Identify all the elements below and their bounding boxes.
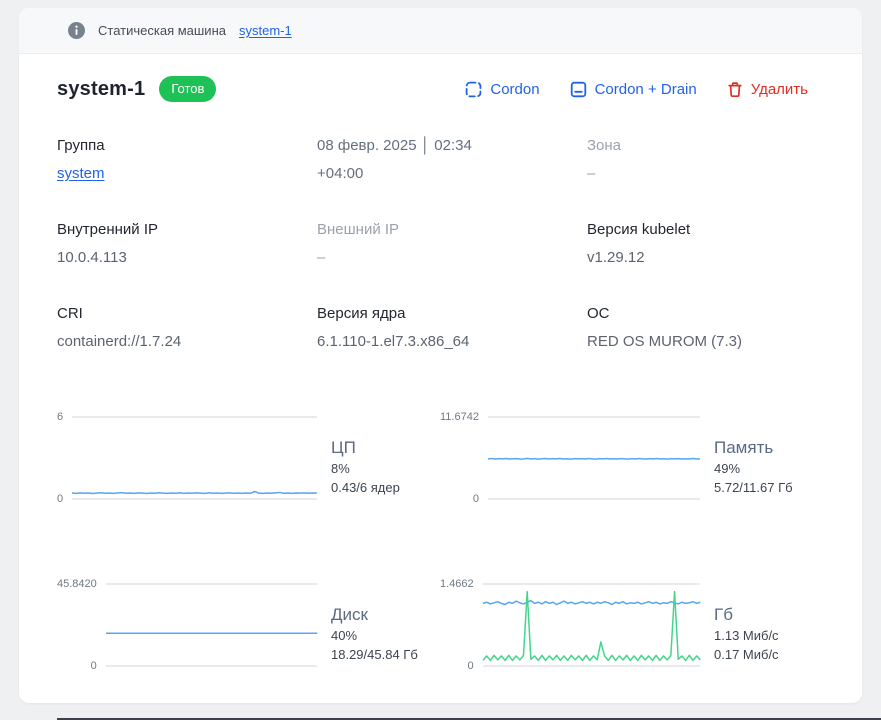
created-timezone: +04:00 xyxy=(317,160,587,188)
field-value: – xyxy=(587,160,842,188)
field-external-ip: Внешний IP – xyxy=(317,216,587,272)
chart-plot xyxy=(72,417,317,499)
top-info-bar: Статическая машина system-1 xyxy=(19,8,862,54)
cpu-chart: 6 0 ЦП 8% 0.43/6 ядер xyxy=(57,410,440,506)
field-value: 10.0.4.113 xyxy=(57,244,317,272)
field-label: Группа xyxy=(57,132,317,160)
field-kubelet-version: Версия kubelet v1.29.12 xyxy=(587,216,842,272)
field-kernel-version: Версия ядра 6.1.110-1.el7.3.x86_64 xyxy=(317,300,587,356)
chart-value-primary: 8% xyxy=(331,459,400,478)
chart-value-primary: 1.13 Миб/с xyxy=(714,626,779,645)
machine-name-link[interactable]: system-1 xyxy=(239,23,292,38)
header-row: system-1 Готов Cordon xyxy=(57,76,842,102)
cordon-label: Cordon xyxy=(490,81,539,98)
y-axis-min-label: 0 xyxy=(468,659,474,673)
field-created: 08 февр. 2025 │ 02:34 +04:00 xyxy=(317,132,587,188)
field-value: v1.29.12 xyxy=(587,244,842,272)
y-axis-max-label: 6 xyxy=(57,410,63,424)
field-group: Группа system xyxy=(57,132,317,188)
y-axis-max-label: 11.6742 xyxy=(440,410,479,424)
machine-type-text: Статическая машина xyxy=(98,23,226,38)
y-axis-min-label: 0 xyxy=(473,492,479,506)
field-label: Версия kubelet xyxy=(587,216,842,244)
group-link[interactable]: system xyxy=(57,165,105,182)
chart-plot xyxy=(483,584,700,666)
y-axis-max-label: 45.8420 xyxy=(57,577,97,591)
field-label: Внутренний IP xyxy=(57,216,317,244)
chart-title: Память xyxy=(714,437,793,459)
fields-grid: Группа system 08 февр. 2025 │ 02:34 +04:… xyxy=(57,132,842,356)
trash-icon xyxy=(727,81,743,98)
chart-value-secondary: 0.43/6 ядер xyxy=(331,478,400,497)
field-label: ОС xyxy=(587,300,842,328)
disk-chart: 45.8420 0 Диск 40% 18.29/45.84 Гб xyxy=(57,577,440,673)
field-internal-ip: Внутренний IP 10.0.4.113 xyxy=(57,216,317,272)
field-label: Зона xyxy=(587,132,842,160)
chart-title: Диск xyxy=(331,604,418,626)
y-axis-max-label: 1.4662 xyxy=(440,577,474,591)
status-badge: Готов xyxy=(159,76,216,102)
field-value: – xyxy=(317,244,587,272)
delete-button[interactable]: Удалить xyxy=(727,81,808,98)
cordon-drain-label: Cordon + Drain xyxy=(595,81,697,98)
cordon-drain-icon xyxy=(570,81,587,98)
field-cri: CRI containerd://1.7.24 xyxy=(57,300,317,356)
field-value: containerd://1.7.24 xyxy=(57,328,317,356)
chart-value-secondary: 5.72/11.67 Гб xyxy=(714,478,793,497)
chart-title: Гб xyxy=(714,604,779,626)
cordon-icon xyxy=(465,81,482,98)
field-os: ОС RED OS MUROM (7.3) xyxy=(587,300,842,356)
field-label: Внешний IP xyxy=(317,216,587,244)
created-date: 08 февр. 2025 │ 02:34 xyxy=(317,132,587,160)
metrics-charts-grid: 6 0 ЦП 8% 0.43/6 ядер 11. xyxy=(57,410,842,673)
chart-plot xyxy=(488,417,700,499)
field-zone: Зона – xyxy=(587,132,842,188)
y-axis-min-label: 0 xyxy=(57,492,63,506)
field-label: CRI xyxy=(57,300,317,328)
chart-value-secondary: 0.17 Миб/с xyxy=(714,645,779,664)
page-title: system-1 xyxy=(57,78,145,101)
delete-label: Удалить xyxy=(751,81,808,98)
chart-value-secondary: 18.29/45.84 Гб xyxy=(331,645,418,664)
network-chart: 1.4662 0 Гб 1.13 Миб/с 0.17 Миб/с xyxy=(440,577,842,673)
cordon-button[interactable]: Cordon xyxy=(465,81,539,98)
field-label: Версия ядра xyxy=(317,300,587,328)
machine-detail-card: Статическая машина system-1 system-1 Гот… xyxy=(19,8,862,703)
actions-toolbar: Cordon Cordon + Drain xyxy=(465,81,842,98)
memory-chart: 11.6742 0 Память 49% 5.72/11.67 Гб xyxy=(440,410,842,506)
field-value: 6.1.110-1.el7.3.x86_64 xyxy=(317,328,587,356)
cordon-drain-button[interactable]: Cordon + Drain xyxy=(570,81,697,98)
y-axis-min-label: 0 xyxy=(91,659,97,673)
chart-value-primary: 49% xyxy=(714,459,793,478)
chart-title: ЦП xyxy=(331,437,400,459)
chart-plot xyxy=(106,584,317,666)
info-icon xyxy=(68,22,85,39)
field-value: RED OS MUROM (7.3) xyxy=(587,328,842,356)
chart-value-primary: 40% xyxy=(331,626,418,645)
